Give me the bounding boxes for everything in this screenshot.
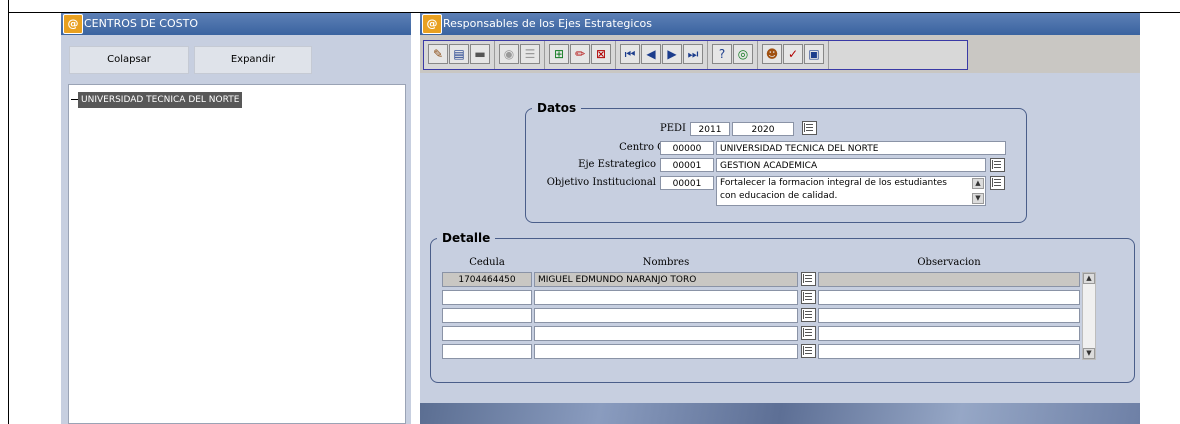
toolbar-separator: [828, 41, 829, 69]
objetivo-text-field[interactable]: Fortalecer la formacion integral de los …: [716, 176, 986, 206]
query-icon[interactable]: ◉: [499, 44, 519, 64]
cost-center-tree: UNIVERSIDAD TECNICA DEL NORTE: [68, 84, 406, 424]
cost-centers-window: @ CENTROS DE COSTO Colapsar Expandir UNI…: [61, 13, 411, 424]
column-header-observacion: Observacion: [917, 257, 981, 268]
check-icon[interactable]: ✓: [783, 44, 803, 64]
detalle-fieldset: Detalle: [430, 231, 1135, 383]
nombres-cell[interactable]: [534, 344, 798, 359]
first-record-icon[interactable]: ⏮: [620, 44, 640, 64]
help-icon[interactable]: ?: [712, 44, 732, 64]
eje-list-icon[interactable]: [990, 158, 1005, 172]
nombres-list-icon[interactable]: [801, 344, 816, 358]
toolbar-separator: [757, 41, 758, 69]
toolbar-area: ✎ ▤ ▬ ◉ ☰ ⊞ ✏ ⊠ ⏮ ◀ ▶ ⏭ ? ◎ ☻ ✓ ▣: [420, 35, 1140, 73]
nombres-cell[interactable]: MIGUEL EDMUNDO NARANJO TORO: [534, 272, 798, 287]
toolbar-separator: [544, 41, 545, 69]
scroll-down-icon[interactable]: ▼: [1083, 348, 1095, 359]
expand-button[interactable]: Expandir: [194, 46, 312, 74]
cost-centers-titlebar[interactable]: @ CENTROS DE COSTO: [61, 13, 411, 35]
observacion-cell[interactable]: [818, 290, 1080, 305]
detalle-legend: Detalle: [442, 231, 491, 245]
nombres-list-icon[interactable]: [801, 326, 816, 340]
centro-costo-code-field[interactable]: 00000: [660, 141, 714, 155]
column-header-cedula: Cedula: [469, 257, 505, 268]
user-icon[interactable]: ☻: [762, 44, 782, 64]
nombres-list-icon[interactable]: [801, 308, 816, 322]
eje-estrategico-label: Eje Estrategico: [578, 159, 656, 170]
delete-record-icon[interactable]: ⊠: [591, 44, 611, 64]
world-icon[interactable]: ◎: [733, 44, 753, 64]
pedi-list-icon[interactable]: [802, 121, 817, 135]
cedula-cell[interactable]: [442, 344, 532, 359]
save-icon[interactable]: ▤: [449, 44, 469, 64]
tree-collapse-icon[interactable]: [71, 99, 78, 100]
nombres-cell[interactable]: [534, 290, 798, 305]
pedi-from-field[interactable]: 2011: [690, 122, 730, 136]
centro-costo-name-field[interactable]: UNIVERSIDAD TECNICA DEL NORTE: [716, 141, 1006, 155]
window-icon[interactable]: ▣: [804, 44, 824, 64]
nombres-list-icon[interactable]: [801, 272, 816, 286]
datos-legend: Datos: [537, 101, 577, 115]
window-app-icon: @: [422, 14, 442, 34]
observacion-cell[interactable]: [818, 326, 1080, 341]
scroll-up-icon[interactable]: ▲: [1083, 273, 1095, 284]
toolbar-separator: [494, 41, 495, 69]
list-icon[interactable]: ☰: [520, 44, 540, 64]
responsables-titlebar[interactable]: @ Responsables de los Ejes Estrategicos: [420, 13, 1140, 35]
insert-record-icon[interactable]: ⊞: [549, 44, 569, 64]
page-border-left: [8, 0, 9, 424]
detalle-scrollbar[interactable]: ▲ ▼: [1082, 272, 1096, 360]
eje-name-field[interactable]: GESTION ACADEMICA: [716, 158, 986, 172]
window-title: Responsables de los Ejes Estrategicos: [443, 17, 652, 30]
cedula-cell[interactable]: [442, 290, 532, 305]
scroll-down-icon[interactable]: ▼: [972, 193, 984, 204]
scroll-up-icon[interactable]: ▲: [972, 178, 984, 189]
objetivo-label: Objetivo Institucional: [546, 177, 656, 188]
edit-record-icon[interactable]: ✏: [570, 44, 590, 64]
nombres-list-icon[interactable]: [801, 290, 816, 304]
broom-icon[interactable]: ✎: [428, 44, 448, 64]
next-record-icon[interactable]: ▶: [662, 44, 682, 64]
observacion-cell[interactable]: [818, 308, 1080, 323]
pedi-to-field[interactable]: 2020: [732, 122, 794, 136]
last-record-icon[interactable]: ⏭: [683, 44, 703, 64]
objetivo-text-line2: con educacion de calidad.: [720, 191, 838, 201]
cedula-cell[interactable]: 1704464450: [442, 272, 532, 287]
pedi-label: PEDI: [660, 123, 686, 134]
column-header-nombres: Nombres: [642, 257, 690, 268]
previous-record-icon[interactable]: ◀: [641, 44, 661, 64]
responsables-window: @ Responsables de los Ejes Estrategicos …: [420, 13, 1140, 424]
window-title: CENTROS DE COSTO: [84, 17, 198, 30]
nombres-cell[interactable]: [534, 308, 798, 323]
cedula-cell[interactable]: [442, 326, 532, 341]
window-bottom-decoration: [420, 403, 1140, 424]
objetivo-code-field[interactable]: 00001: [660, 176, 714, 190]
toolbar-separator: [707, 41, 708, 69]
toolbar: ✎ ▤ ▬ ◉ ☰ ⊞ ✏ ⊠ ⏮ ◀ ▶ ⏭ ? ◎ ☻ ✓ ▣: [423, 40, 968, 70]
collapse-button[interactable]: Colapsar: [69, 46, 189, 74]
toolbar-separator: [615, 41, 616, 69]
cedula-cell[interactable]: [442, 308, 532, 323]
print-icon[interactable]: ▬: [470, 44, 490, 64]
eje-code-field[interactable]: 00001: [660, 158, 714, 172]
window-app-icon: @: [63, 14, 83, 34]
objetivo-text-line1: Fortalecer la formacion integral de los …: [720, 178, 947, 188]
observacion-cell[interactable]: [818, 272, 1080, 287]
tree-node-label[interactable]: UNIVERSIDAD TECNICA DEL NORTE: [78, 92, 243, 108]
observacion-cell[interactable]: [818, 344, 1080, 359]
objetivo-list-icon[interactable]: [990, 176, 1005, 190]
nombres-cell[interactable]: [534, 326, 798, 341]
